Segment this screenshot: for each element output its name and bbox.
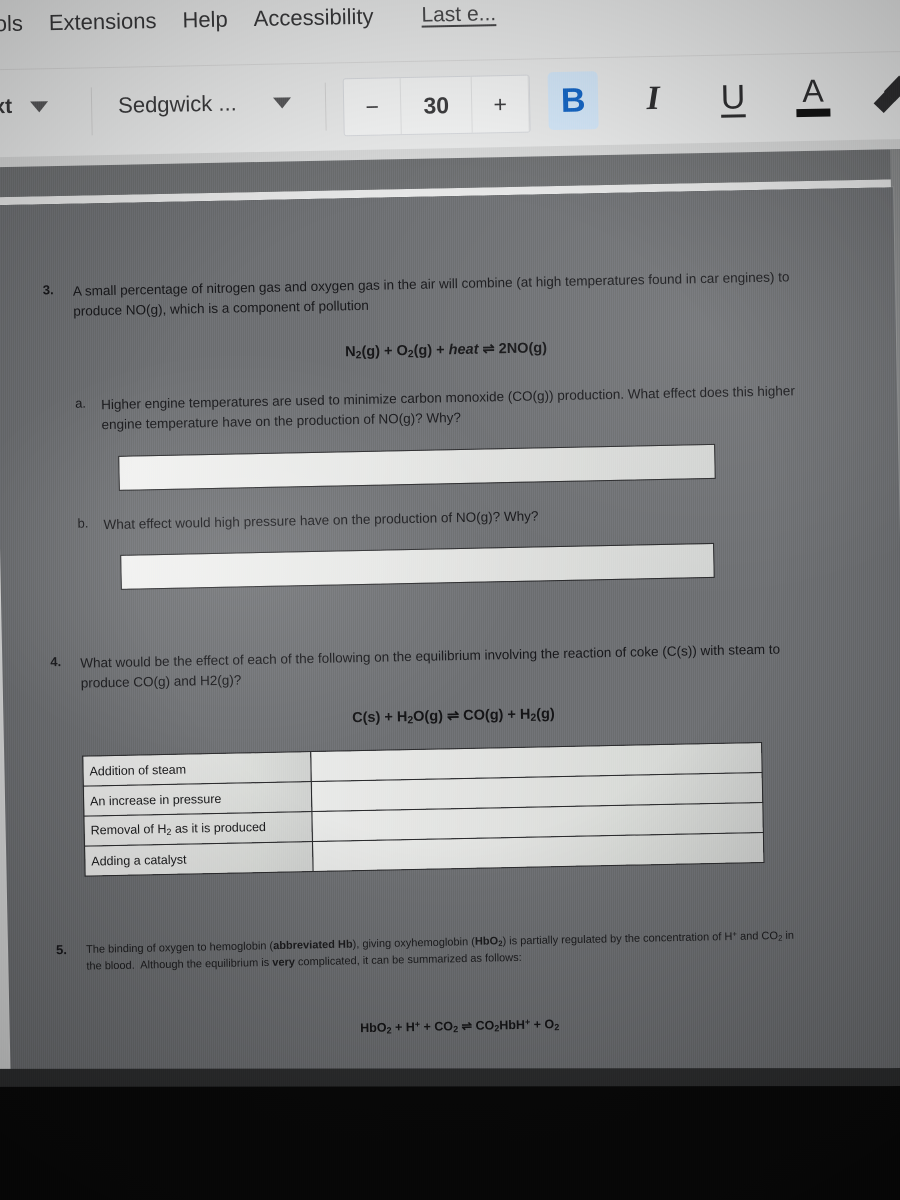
photographed-screen: s Principle Practice Tools Extensions He… [0,0,900,1200]
menu-item-tools[interactable]: Tools [0,11,23,38]
question-4-number: 4. [50,654,62,670]
menu-bar: Tools Extensions Help Accessibility Last… [0,1,496,38]
table-row-label: An increase in pressure [83,781,312,817]
question-3-text: A small percentage of nitrogen gas and o… [72,269,790,319]
question-3b: b. What effect would high pressure have … [77,501,797,535]
menu-item-accessibility[interactable]: Accessibility [253,4,373,32]
font-size-decrease-button[interactable]: − [343,78,402,136]
menu-item-help[interactable]: Help [182,7,228,34]
question-4-equation: C(s) + H2O(g) ⇌ CO(g) + H2(g) [352,706,555,727]
question-3b-letter: b. [77,515,89,531]
question-5-text: The binding of oxygen to hemoglobin (abb… [85,929,795,973]
answer-box-3b[interactable] [120,542,715,590]
effects-table[interactable]: Addition of steam An increase in pressur… [82,742,764,877]
paragraph-style-label: l text [0,94,13,119]
answer-box-3a[interactable] [118,443,716,491]
question-3-number: 3. [42,282,54,298]
monitor-bezel [0,1085,900,1200]
document-body: 3. A small percentage of nitrogen gas an… [0,187,900,1105]
table-row-label: Addition of steam [82,751,312,787]
font-family-dropdown[interactable]: Sedgwick ... [118,89,291,118]
chevron-down-icon [30,100,49,113]
italic-button[interactable]: I [628,70,679,129]
text-color-button[interactable]: A [788,66,839,125]
mouse-pointer-icon: ➚ [871,0,900,2]
question-4-text: What would be the effect of each of the … [80,641,781,691]
menu-item-extensions[interactable]: Extensions [49,8,157,36]
document-title[interactable]: s Principle Practice [0,0,242,1]
question-4: 4. What would be the effect of each of t… [50,639,811,693]
question-5-equation: HbO2 + H+ + CO2 ⇌ CO2HbH+ + O2 [360,1016,560,1036]
question-5-number: 5. [55,941,68,958]
question-3a-text: Higher engine temperatures are used to m… [100,383,796,432]
question-3a: a. Higher engine temperatures are used t… [75,381,796,435]
question-3-equation: N2(g) + O2(g) + heat ⇌ 2NO(g) [345,340,548,362]
toolbar-divider-1 [90,87,93,136]
toolbar-divider-2 [324,82,327,131]
font-size-stepper: − 30 + [342,74,531,137]
question-5: 5. The binding of oxygen to hemoglobin (… [56,927,797,975]
font-family-label: Sedgwick ... [117,90,237,118]
last-edit-link[interactable]: Last e... [421,2,496,27]
font-size-increase-button[interactable]: + [471,75,530,133]
question-3: 3. A small percentage of nitrogen gas an… [43,267,804,321]
table-row-label: Adding a catalyst [84,841,314,877]
underline-button[interactable]: U [708,68,759,127]
paragraph-style-dropdown[interactable]: l text [0,94,49,120]
screenshot-root: s Principle Practice Tools Extensions He… [0,0,900,1200]
question-3b-text: What effect would high pressure have on … [103,508,539,533]
table-row-label: Removal of H2 as it is produced [83,811,313,847]
document-page[interactable]: 3. A small percentage of nitrogen gas an… [0,187,900,1106]
text-color-label: A [801,72,825,109]
font-size-input[interactable]: 30 [400,76,473,135]
chevron-down-icon [272,96,291,109]
bold-button[interactable]: B [547,71,599,131]
text-format-buttons: B I U A [547,65,900,131]
question-3a-letter: a. [74,395,87,411]
highlighter-pen-icon[interactable] [872,70,900,118]
text-color-swatch [796,107,831,117]
tilt-wrapper: s Principle Practice Tools Extensions He… [0,0,900,1200]
